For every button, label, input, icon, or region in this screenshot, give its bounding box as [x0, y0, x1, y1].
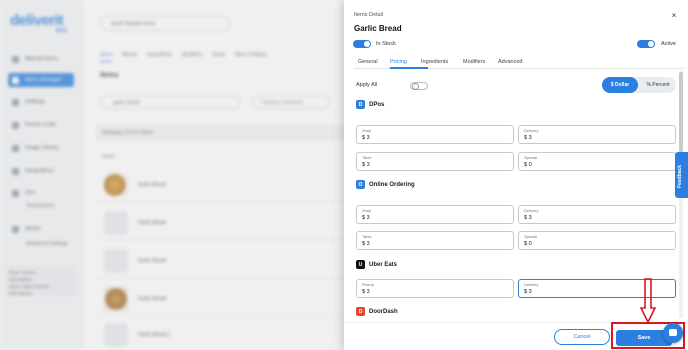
field-label: Shop — [362, 208, 372, 213]
tab-advanced[interactable]: Advanced — [498, 59, 522, 65]
dpos-table-field[interactable]: Table — [356, 152, 514, 171]
field-label: Table — [362, 234, 372, 239]
channel-uber-eats: U Uber Eats — [356, 260, 397, 269]
dpos-shop-field[interactable]: Shop — [356, 125, 514, 144]
pricing-content[interactable]: Apply All $ Dollar % Percent D DPos Shop… — [354, 70, 678, 318]
online-ordering-icon: O — [356, 180, 365, 189]
feedback-tab[interactable]: Feedback — [675, 152, 688, 198]
field-label: Shop — [362, 128, 372, 133]
close-icon[interactable]: × — [668, 10, 680, 22]
active-toggle[interactable] — [637, 40, 655, 48]
doordash-icon: D — [356, 307, 365, 316]
tab-pricing[interactable]: Pricing — [390, 59, 407, 65]
online-special-field[interactable]: Special — [518, 231, 676, 250]
field-input[interactable] — [524, 241, 664, 247]
percent-option[interactable]: % Percent — [640, 77, 676, 93]
field-input[interactable] — [362, 289, 502, 295]
dollar-option[interactable]: $ Dollar — [602, 77, 638, 93]
field-input[interactable] — [524, 215, 664, 221]
currency-switch: $ Dollar % Percent — [602, 77, 676, 93]
field-input[interactable] — [362, 241, 502, 247]
panel-scrollbar-thumb[interactable] — [679, 72, 683, 152]
apply-all-toggle[interactable] — [410, 82, 428, 90]
uber-pickup-field[interactable]: Pickup — [356, 279, 514, 298]
field-input[interactable] — [524, 162, 664, 168]
in-stock-label: In Stock — [376, 41, 396, 47]
tab-modifiers[interactable]: Modifiers — [463, 59, 485, 65]
channel-online-ordering: O Online Ordering — [356, 180, 415, 189]
online-table-field[interactable]: Table — [356, 231, 514, 250]
in-stock-toggle[interactable] — [353, 40, 371, 48]
channel-name: DPos — [369, 101, 385, 108]
dpos-special-field[interactable]: Special — [518, 152, 676, 171]
apply-all-label: Apply All — [356, 82, 378, 88]
dpos-icon: D — [356, 100, 365, 109]
cancel-button[interactable]: Cancel — [554, 329, 610, 345]
item-title: Garlic Bread — [354, 24, 402, 33]
channel-name: Online Ordering — [369, 181, 415, 188]
detail-tabs: General Pricing Ingredients Modifiers Ad… — [354, 57, 684, 69]
chat-icon[interactable] — [663, 323, 683, 343]
channel-name: Uber Eats — [369, 261, 398, 268]
online-delivery-field[interactable]: Delivery — [518, 205, 676, 224]
uber-eats-icon: U — [356, 260, 365, 269]
feedback-label: Feedback — [677, 164, 683, 188]
panel-subtitle: Items Detail — [354, 12, 384, 18]
field-input[interactable] — [362, 215, 502, 221]
active-label: Active — [661, 41, 676, 47]
field-label: Delivery — [524, 282, 539, 287]
field-label: Table — [362, 155, 372, 160]
field-label: Special — [524, 234, 538, 239]
field-label: Delivery — [524, 128, 539, 133]
channel-doordash: D DoorDash — [356, 307, 398, 316]
field-label: Delivery — [524, 208, 539, 213]
dpos-delivery-field[interactable]: Delivery — [518, 125, 676, 144]
online-shop-field[interactable]: Shop — [356, 205, 514, 224]
field-label: Special — [524, 155, 538, 160]
tab-ingredients[interactable]: Ingredients — [421, 59, 448, 65]
active-tab-indicator — [390, 67, 428, 69]
field-input[interactable] — [524, 135, 664, 141]
channel-dpos: D DPos — [356, 100, 384, 109]
field-input[interactable] — [362, 162, 502, 168]
channel-name: DoorDash — [369, 308, 398, 315]
arrow-down-icon — [640, 278, 656, 324]
field-label: Pickup — [362, 282, 375, 287]
field-input[interactable] — [362, 135, 502, 141]
screen-root: deliverit BOS Manual Items Menu Manager … — [0, 0, 688, 350]
item-detail-panel: Items Detail Garlic Bread × In Stock Act… — [344, 0, 688, 350]
tab-general[interactable]: General — [358, 59, 378, 65]
